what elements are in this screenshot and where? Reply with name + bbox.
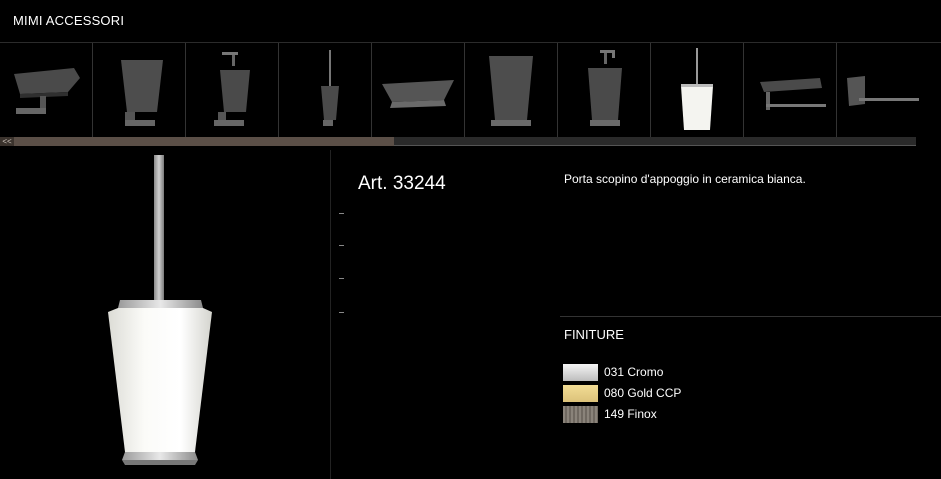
- thumbnail-soap-dish[interactable]: [0, 43, 93, 137]
- thumbnail-soap-dish-standing[interactable]: [372, 43, 465, 137]
- finish-swatch: [563, 384, 598, 402]
- thumbnail-toilet-brush-standing[interactable]: [651, 43, 744, 137]
- finish-option-finox[interactable]: 149 Finox: [563, 405, 657, 423]
- tumbler-icon: [121, 60, 163, 126]
- tumbler-icon: [489, 56, 533, 126]
- finish-label: 149 Finox: [604, 407, 657, 421]
- spec-dash: [339, 213, 344, 214]
- toilet-brush-icon: [321, 50, 339, 126]
- thumbnail-tumbler-standing[interactable]: [465, 43, 558, 137]
- spec-dash: [339, 245, 344, 246]
- finish-option-gold[interactable]: 080 Gold CCP: [563, 384, 681, 402]
- finish-swatch: [563, 405, 598, 423]
- soap-dispenser-icon: [588, 50, 622, 126]
- spec-dash: [339, 312, 344, 313]
- finishes-title: FINITURE: [564, 327, 624, 342]
- finish-option-cromo[interactable]: 031 Cromo: [563, 363, 663, 381]
- product-description: Porta scopino d'appoggio in ceramica bia…: [564, 172, 806, 186]
- scroll-track-line: [394, 145, 916, 146]
- finishes-divider: [560, 316, 941, 317]
- soap-dispenser-icon: [214, 52, 250, 126]
- scroll-left-button[interactable]: <<: [0, 137, 14, 146]
- thumbnail-soap-dispenser-wall[interactable]: [186, 43, 279, 137]
- article-code: Art. 33244: [358, 173, 446, 194]
- product-image: [108, 155, 212, 465]
- soap-dish-icon: [14, 68, 80, 114]
- thumbnail-towel-ring[interactable]: [837, 43, 925, 137]
- toilet-brush-icon: [681, 48, 713, 130]
- spec-dash: [339, 278, 344, 279]
- finish-swatch: [563, 363, 598, 381]
- thumbnail-toilet-roll-holder[interactable]: [744, 43, 837, 137]
- towel-bar-icon: [847, 76, 919, 106]
- finish-label: 080 Gold CCP: [604, 386, 682, 400]
- toilet-roll-holder-icon: [760, 78, 826, 110]
- soap-dish-icon: [382, 80, 454, 108]
- finish-label: 031 Cromo: [604, 365, 664, 379]
- page-title: MIMI ACCESSORI: [13, 13, 125, 28]
- scroll-thumb[interactable]: [14, 137, 394, 146]
- product-thumbnail-strip: [0, 42, 941, 138]
- thumbnail-tumbler-holder[interactable]: [93, 43, 186, 137]
- content-divider: [330, 150, 331, 479]
- thumbnail-soap-dispenser-standing[interactable]: [558, 43, 651, 137]
- thumbnail-scrollbar[interactable]: <<: [0, 137, 916, 146]
- thumbnail-toilet-brush-wall[interactable]: [279, 43, 372, 137]
